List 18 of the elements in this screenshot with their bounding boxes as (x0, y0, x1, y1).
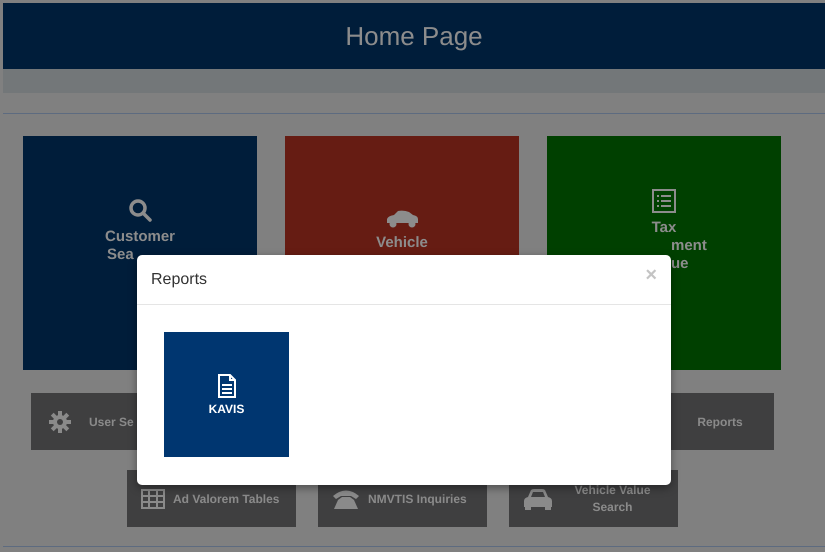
list-icon (652, 189, 676, 213)
search-icon (128, 198, 152, 222)
tile-label: Sea (107, 246, 134, 264)
dialog-title: Reports (151, 270, 208, 288)
report-tile[interactable]: KAVIS (164, 332, 289, 457)
tile-label: Vehicle (376, 234, 428, 252)
close-button[interactable]: × (645, 264, 657, 287)
tile-label: Tax (652, 219, 676, 237)
tile-label: ment (671, 237, 707, 255)
document-icon (216, 374, 236, 398)
car-icon (385, 210, 419, 228)
page-title: Home Page (345, 20, 483, 52)
grid-icon (141, 488, 165, 508)
car-icon (523, 488, 553, 510)
tile-label: Customer (104, 228, 175, 246)
settings-icon (49, 410, 71, 432)
tile-label: ue (671, 255, 689, 273)
phone-icon (332, 488, 360, 510)
